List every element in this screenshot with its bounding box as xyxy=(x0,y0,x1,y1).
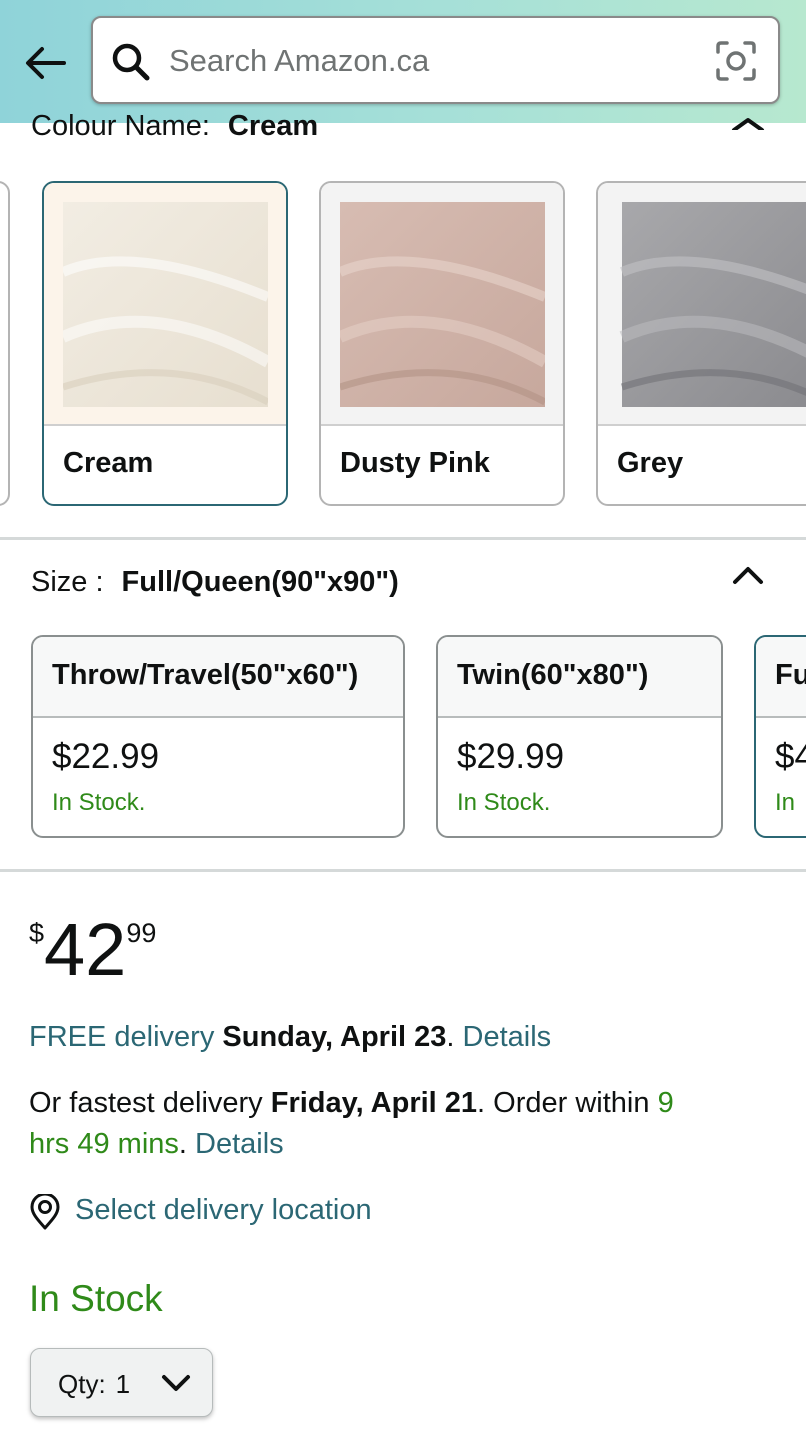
colour-selected-value: Cream xyxy=(227,110,319,142)
size-option-stock: In Stock. xyxy=(52,789,146,816)
swatch-image xyxy=(619,202,806,407)
search-input[interactable] xyxy=(169,34,689,88)
size-option-price: $29.99 xyxy=(457,737,565,776)
price-fraction: 99 xyxy=(126,918,157,948)
size-option-twin[interactable]: Twin(60"x80") $29.99 In Stock. xyxy=(436,635,723,838)
size-option-stock: In Stock. xyxy=(457,789,551,816)
swatch-label: Grey xyxy=(617,447,684,479)
size-option-name: Throw/Travel(50"x60") xyxy=(33,637,403,718)
section-divider xyxy=(0,869,806,872)
free-delivery-label[interactable]: FREE delivery xyxy=(29,1021,214,1053)
price-symbol: $ xyxy=(29,918,45,948)
swatch-label: Dusty Pink xyxy=(340,447,490,479)
countdown-rest: hrs 49 mins xyxy=(29,1128,179,1160)
location-pin-icon xyxy=(30,1194,60,1230)
chevron-up-icon[interactable] xyxy=(731,562,765,588)
order-within-text: . Order within xyxy=(477,1087,650,1119)
colour-swatch-grey[interactable]: Grey xyxy=(596,181,806,506)
quantity-value: 1 xyxy=(115,1369,131,1399)
back-button[interactable] xyxy=(22,40,68,86)
size-option-name: Twin(60"x80") xyxy=(438,637,721,718)
fastest-delivery-date: Friday, April 21 xyxy=(270,1087,478,1119)
size-option-price: $22.99 xyxy=(52,737,160,776)
colour-swatch-dusty-pink[interactable]: Dusty Pink xyxy=(319,181,565,506)
top-search-bar xyxy=(0,0,806,123)
size-label-text: Size : xyxy=(31,566,104,598)
select-delivery-location-link[interactable]: Select delivery location xyxy=(75,1194,372,1227)
quantity-label: Qty: 1 xyxy=(58,1369,130,1400)
size-selected-value: Full/Queen(90"x90") xyxy=(121,566,399,598)
quantity-dropdown[interactable]: Qty: 1 xyxy=(30,1348,213,1417)
size-option-list: Throw/Travel(50"x60") $22.99 In Stock. T… xyxy=(0,635,806,840)
fastest-delivery-details-link[interactable]: Details xyxy=(195,1128,284,1160)
colour-swatch-cream[interactable]: Cream xyxy=(42,181,288,506)
size-label: Size : Full/Queen(90"x90") xyxy=(31,566,399,599)
size-option-stock: In xyxy=(775,789,796,816)
swatch-image xyxy=(340,202,545,407)
search-box[interactable] xyxy=(91,16,780,104)
fastest-delivery-line: Or fastest delivery Friday, April 21. Or… xyxy=(29,1087,674,1120)
fastest-delivery-prefix: Or fastest delivery xyxy=(29,1087,263,1119)
colour-swatch-list: Cream Dusty Pink Grey xyxy=(0,181,806,507)
quantity-label-text: Qty: xyxy=(58,1369,106,1399)
chevron-down-icon xyxy=(162,1375,190,1391)
colour-label-text: Colour Name: xyxy=(31,110,210,142)
colour-swatch-partial[interactable] xyxy=(0,181,10,506)
colour-name-label: Colour Name: Cream xyxy=(31,110,318,143)
swatch-image xyxy=(63,202,268,407)
free-delivery-details-link[interactable]: Details xyxy=(463,1021,552,1053)
size-option-full-queen[interactable]: Fu $4 In xyxy=(754,635,806,838)
swatch-label: Cream xyxy=(63,447,154,479)
free-delivery-line: FREE delivery Sunday, April 23. Details xyxy=(29,1021,551,1054)
camera-scan-icon[interactable] xyxy=(715,40,757,82)
chevron-up-icon[interactable] xyxy=(731,116,765,130)
countdown-hours: 9 xyxy=(657,1087,674,1119)
stock-status: In Stock xyxy=(29,1278,163,1319)
size-option-price: $4 xyxy=(775,737,806,776)
countdown-period: . xyxy=(178,1128,187,1160)
search-icon xyxy=(112,43,150,81)
free-delivery-date: Sunday, April 23 xyxy=(222,1021,447,1053)
free-delivery-period: . xyxy=(446,1021,455,1053)
fastest-delivery-line-2: hrs 49 mins. Details xyxy=(29,1128,284,1161)
section-divider xyxy=(0,537,806,540)
back-arrow-icon xyxy=(26,47,66,79)
price-whole: 42 xyxy=(44,908,127,991)
size-option-name: Fu xyxy=(756,637,806,718)
product-price: $4299 xyxy=(29,910,156,990)
size-option-throw[interactable]: Throw/Travel(50"x60") $22.99 In Stock. xyxy=(31,635,405,838)
